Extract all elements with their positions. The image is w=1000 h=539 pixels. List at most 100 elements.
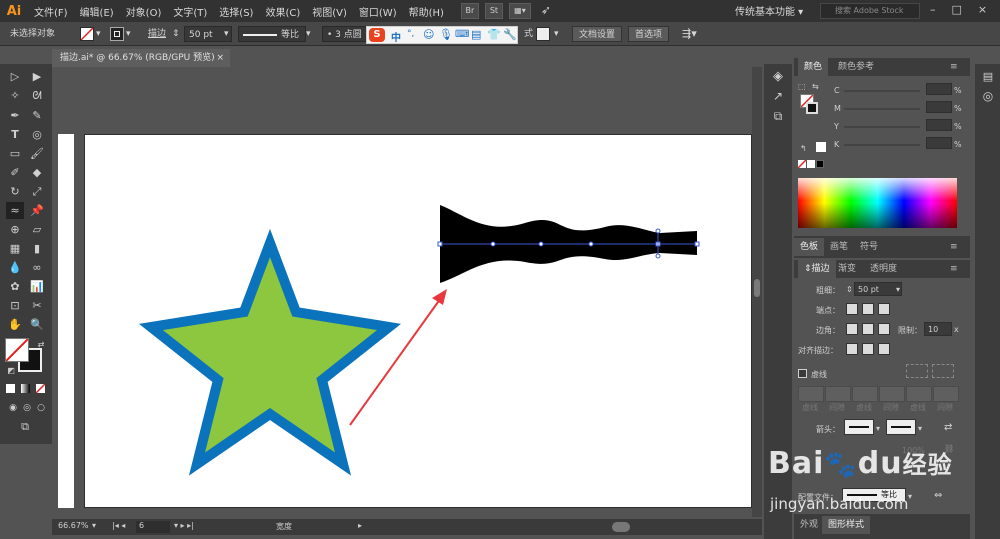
document-setup-button[interactable]: 文档设置 <box>572 26 623 42</box>
slice-tool-icon[interactable]: ✂ <box>28 297 46 314</box>
none-color-swatch[interactable] <box>797 159 807 169</box>
artboard[interactable] <box>84 134 752 508</box>
maximize-icon[interactable]: □ <box>952 3 962 16</box>
tab-swatches[interactable]: 色板 <box>794 238 825 256</box>
tab-brushes[interactable]: 画笔 <box>824 238 854 256</box>
stroke-label[interactable]: 描边 <box>148 26 166 42</box>
default-fill-stroke-icon[interactable]: ⬚ <box>798 82 806 91</box>
stroke-stepper-icon[interactable]: ⇕ <box>172 26 180 42</box>
align-center-icon[interactable] <box>846 343 858 355</box>
menu-effect[interactable]: 效果(C) <box>259 4 306 19</box>
workspace-switcher[interactable]: 传统基本功能 ▾ <box>735 3 803 18</box>
color-stroke-box[interactable] <box>806 102 818 114</box>
miter-join-icon[interactable] <box>846 323 858 335</box>
color-spectrum[interactable] <box>798 178 957 228</box>
menu-select[interactable]: 选择(S) <box>213 4 259 19</box>
white-swatch[interactable] <box>807 160 815 168</box>
zoom-tool-icon[interactable]: 🔍 <box>28 316 46 333</box>
m-slider[interactable] <box>844 108 920 110</box>
curvature-tool-icon[interactable]: ✎ <box>28 107 46 124</box>
tab-appearance[interactable]: 外观 <box>794 516 824 534</box>
draw-inside-icon[interactable]: ○ <box>32 400 50 417</box>
microphone-icon[interactable]: 🎙 <box>439 28 453 41</box>
rectangle-tool-icon[interactable]: ▭ <box>6 145 24 162</box>
zoom-dropdown-icon[interactable]: ▾ <box>92 521 96 530</box>
pen-tool-icon[interactable]: ✒ <box>6 107 24 124</box>
cc-libraries-icon[interactable]: ◎ <box>979 88 997 105</box>
menu-object[interactable]: 对象(O) <box>120 4 168 19</box>
preferences-button[interactable]: 首选项 <box>628 26 670 42</box>
graphic-style-swatch[interactable] <box>536 27 550 41</box>
gradient-tool-icon[interactable]: ▮ <box>28 240 46 257</box>
start-arrowhead-select[interactable] <box>844 419 874 435</box>
star-shape[interactable] <box>138 228 402 476</box>
next-artboard-icon[interactable]: ▾ ▸ ▸| <box>174 521 194 530</box>
brush-definition[interactable]: • 3 点圆 <box>322 26 368 42</box>
mesh-tool-icon[interactable]: ▦ <box>6 240 24 257</box>
color-mode-icon[interactable] <box>6 384 15 393</box>
profile-dropdown-icon[interactable]: ▾ <box>306 26 311 42</box>
keyboard-icon[interactable]: ⌨ <box>455 29 469 40</box>
swap-fill-stroke-icon[interactable]: ⇄ <box>32 336 50 353</box>
arrange-documents-icon[interactable]: ▦▾ <box>508 3 531 19</box>
dash-field-1[interactable] <box>798 386 824 402</box>
gap-field-1[interactable] <box>825 386 851 402</box>
fill-color-box[interactable] <box>5 338 29 362</box>
weight-field[interactable]: 50 pt <box>854 282 902 296</box>
zoom-level[interactable]: 66.67% <box>58 521 89 530</box>
type-tool-icon[interactable]: T <box>6 126 24 143</box>
tab-graphic-styles[interactable]: 图形样式 <box>822 516 871 534</box>
c-slider[interactable] <box>844 90 920 92</box>
rotate-tool-icon[interactable]: ↻ <box>6 183 24 200</box>
profile-dropdown-icon[interactable]: ▾ <box>908 492 912 501</box>
panel-menu-icon[interactable]: ≡ <box>944 58 964 76</box>
ime-punctuation[interactable]: °, <box>407 29 414 39</box>
column-graph-icon[interactable]: 📊 <box>28 278 46 295</box>
document-tab[interactable]: 描边.ai* @ 66.67% (RGB/GPU 预览) × <box>52 49 230 67</box>
align-outside-icon[interactable] <box>878 343 890 355</box>
limit-field[interactable]: 10 <box>924 322 952 336</box>
bridge-button[interactable]: Br <box>460 3 479 19</box>
screen-mode-icon[interactable]: ⧉ <box>16 418 34 435</box>
paintbrush-icon[interactable]: 🖌 <box>28 145 46 162</box>
tab-transparency[interactable]: 透明度 <box>864 260 903 278</box>
menu-view[interactable]: 视图(V) <box>306 4 353 19</box>
width-tool-icon[interactable]: ≈ <box>6 202 24 219</box>
swap-arrowheads-icon[interactable]: ⇄ <box>944 422 952 433</box>
selection-tool-icon[interactable]: ▷ <box>6 68 24 85</box>
c-value[interactable] <box>926 83 952 95</box>
y-slider[interactable] <box>844 126 920 128</box>
emoji-icon[interactable]: ☺ <box>423 28 434 41</box>
dash-field-2[interactable] <box>852 386 878 402</box>
stroke-swatch[interactable] <box>110 27 124 41</box>
weight-dropdown-icon[interactable]: ▾ <box>896 285 900 294</box>
skin-shirt-icon[interactable]: 👕 <box>487 28 501 41</box>
style-dropdown-icon[interactable]: ▾ <box>554 26 559 42</box>
tab-color[interactable]: 颜色 <box>798 58 829 76</box>
k-value[interactable] <box>926 137 952 149</box>
fill-dropdown-icon[interactable]: ▾ <box>96 26 101 42</box>
vertical-scrollbar[interactable] <box>752 67 762 517</box>
gradient-mode-icon[interactable] <box>21 384 30 393</box>
m-value[interactable] <box>926 101 952 113</box>
properties-icon[interactable]: ▤ <box>979 68 997 85</box>
start-arrow-dropdown-icon[interactable]: ▾ <box>876 424 880 433</box>
dash-preserve-icon[interactable] <box>906 364 928 378</box>
scroll-thumb[interactable] <box>754 279 760 297</box>
sogou-logo-icon[interactable]: S <box>369 28 385 42</box>
first-artboard-icon[interactable]: |◂ ◂ <box>112 521 125 530</box>
status-menu-icon[interactable]: ▸ <box>358 521 362 530</box>
layers-icon[interactable]: ◈ <box>769 68 787 85</box>
default-colors-icon[interactable]: ◩ <box>2 362 20 379</box>
minimize-icon[interactable]: – <box>930 3 936 16</box>
gap-field-3[interactable] <box>933 386 959 402</box>
stroke-dropdown-icon[interactable]: ▾ <box>126 26 131 42</box>
menu-file[interactable]: 文件(F) <box>28 4 74 19</box>
round-cap-icon[interactable] <box>862 303 874 315</box>
tab-stroke[interactable]: ⇕描边 <box>798 260 836 278</box>
dash-align-icon[interactable] <box>932 364 954 378</box>
magic-wand-icon[interactable]: ✧ <box>6 87 24 104</box>
artboard-tool-icon[interactable]: ⊡ <box>6 297 24 314</box>
ime-chinese-mode[interactable]: 中 <box>391 29 401 44</box>
dashed-checkbox[interactable] <box>798 369 807 378</box>
